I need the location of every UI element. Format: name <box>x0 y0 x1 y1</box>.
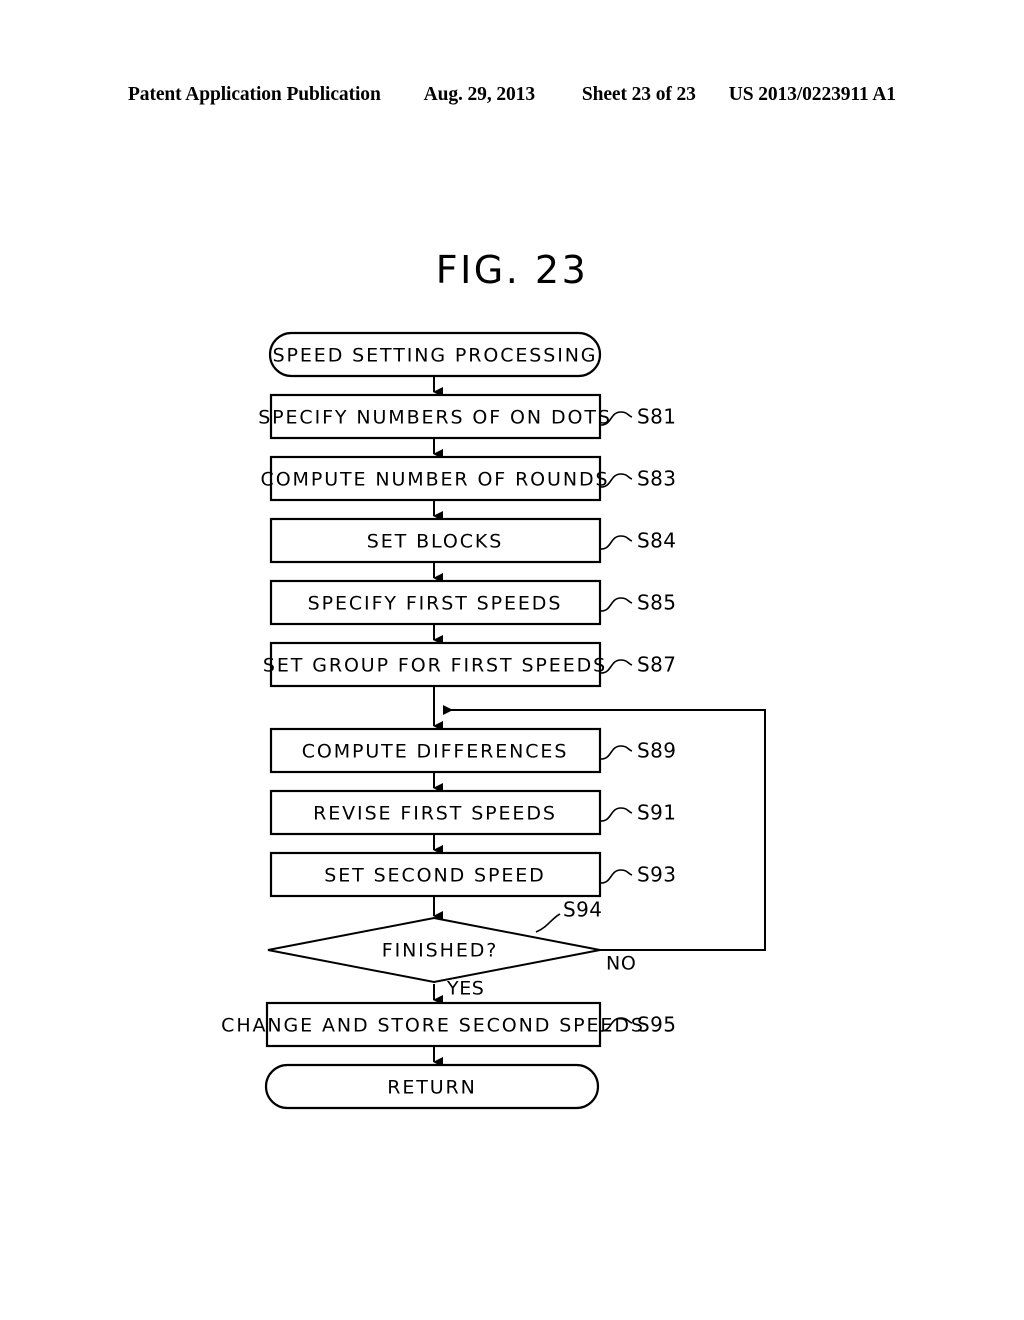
step-label-s94: S94 <box>563 898 602 922</box>
node-start: SPEED SETTING PROCESSING <box>268 331 602 378</box>
node-step-s81: SPECIFY NUMBERS OF ON DOTS S81 <box>258 393 676 440</box>
step-label-s84: S84 <box>637 529 676 553</box>
node-step-s91: REVISE FIRST SPEEDS S91 <box>269 789 676 836</box>
node-step-s89: COMPUTE DIFFERENCES S89 <box>269 727 676 774</box>
start-node-label: SPEED SETTING PROCESSING <box>273 345 598 367</box>
return-node-label: RETURN <box>387 1077 477 1099</box>
step-label-s85: S85 <box>637 591 676 615</box>
step-label-s95: S95 <box>637 1013 676 1037</box>
node-step-s83: COMPUTE NUMBER OF ROUNDS S83 <box>261 455 676 502</box>
node-return: RETURN <box>264 1063 600 1110</box>
step-label-s93: S93 <box>637 863 676 887</box>
step-text-s95: CHANGE AND STORE SECOND SPEEDS <box>221 1015 645 1037</box>
leader-line-s93 <box>600 869 633 884</box>
step-text-s84: SET BLOCKS <box>367 531 503 553</box>
decision-branch-no: NO <box>606 953 636 975</box>
node-step-s95: CHANGE AND STORE SECOND SPEEDS S95 <box>221 1001 676 1048</box>
step-text-s85: SPECIFY FIRST SPEEDS <box>308 593 563 615</box>
node-step-s87: SET GROUP FOR FIRST SPEEDS S87 <box>263 641 676 688</box>
node-step-s85: SPECIFY FIRST SPEEDS S85 <box>269 579 676 626</box>
node-decision-finished: FINISHED? S94 NO YES <box>267 898 636 1000</box>
leader-line-s89 <box>600 745 633 760</box>
step-label-s89: S89 <box>637 739 676 763</box>
step-text-s91: REVISE FIRST SPEEDS <box>313 803 557 825</box>
step-text-s83: COMPUTE NUMBER OF ROUNDS <box>261 469 610 491</box>
step-text-s93: SET SECOND SPEED <box>324 865 545 887</box>
leader-line-s84 <box>600 535 633 550</box>
step-label-s81: S81 <box>637 405 676 429</box>
leader-line-s94 <box>535 913 561 933</box>
decision-text: FINISHED? <box>382 940 499 962</box>
leader-line-s91 <box>600 807 633 822</box>
decision-branch-yes: YES <box>446 978 484 1000</box>
step-label-s87: S87 <box>637 653 676 677</box>
step-label-s83: S83 <box>637 467 676 491</box>
node-step-s93: SET SECOND SPEED S93 <box>269 851 676 898</box>
leader-line-s85 <box>600 597 633 612</box>
step-label-s91: S91 <box>637 801 676 825</box>
step-text-s89: COMPUTE DIFFERENCES <box>302 741 569 763</box>
step-text-s87: SET GROUP FOR FIRST SPEEDS <box>263 655 607 677</box>
step-text-s81: SPECIFY NUMBERS OF ON DOTS <box>258 407 612 429</box>
node-step-s84: SET BLOCKS S84 <box>269 517 676 564</box>
flowchart-diagram: SPEED SETTING PROCESSING SPECIFY NUMBERS… <box>0 0 1024 1320</box>
